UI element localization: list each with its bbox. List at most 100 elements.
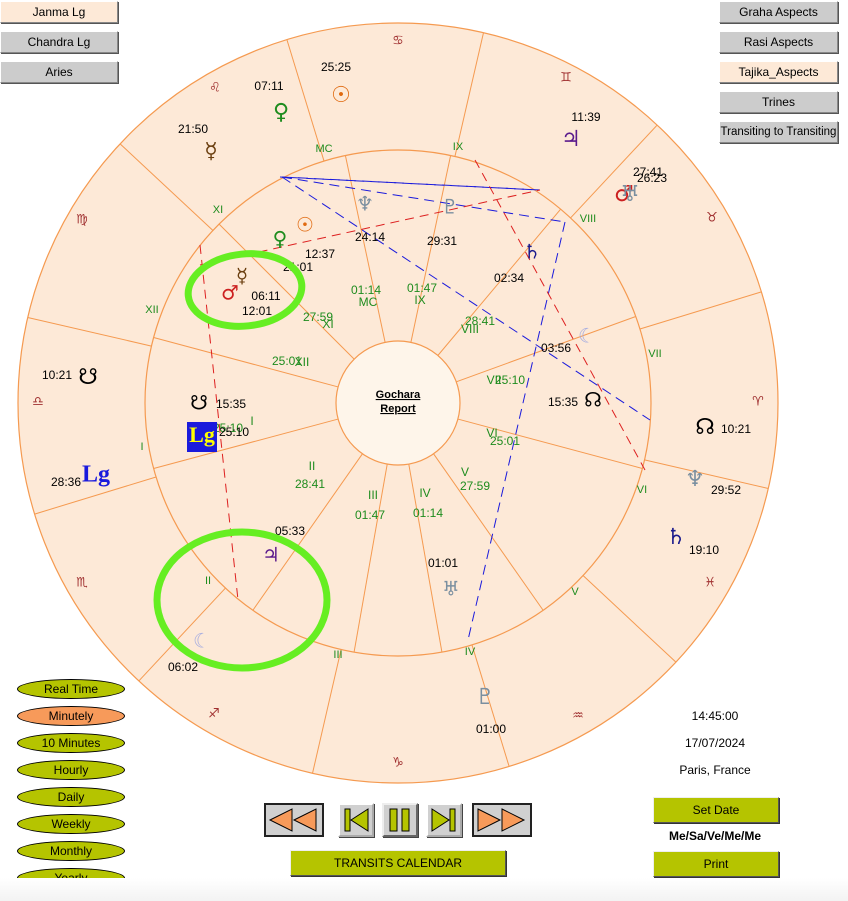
speed-hourly[interactable]: Hourly [17, 760, 125, 780]
transit-lagna-icon: Lg [82, 462, 110, 488]
natal-pluto-icon: ♇ [441, 195, 459, 219]
outer-house-label: III [333, 649, 342, 661]
house-number-label: MC [359, 295, 378, 309]
transit-saturn-icon: ♄ [666, 525, 686, 550]
house-number-label: XII [295, 355, 310, 369]
transit-mercury-degree: 21:50 [178, 122, 208, 136]
natal-mercury-degree: 06:11 [251, 289, 280, 303]
natal-moon-degree: 03:56 [541, 341, 571, 355]
speed-weekly[interactable]: Weekly [17, 814, 125, 834]
zodiac-aries-icon: ♈ [752, 395, 764, 410]
outer-house-label: VIII [580, 213, 597, 225]
outer-house-label: VI [637, 484, 647, 496]
zodiac-capricorn-icon: ♑ [392, 756, 404, 771]
house-cusp-degree: 28:41 [295, 477, 325, 491]
natal-rahu-icon: ☊ [584, 388, 602, 412]
house-number-label: IX [414, 293, 425, 307]
step-forward-button[interactable] [426, 803, 462, 837]
outer-house-label: XI [213, 204, 223, 216]
outer-house-label: VII [648, 348, 661, 360]
signature-text: Me/Sa/Ve/Me/Me [668, 829, 762, 843]
house-cusp-degree: 01:47 [355, 508, 385, 522]
outer-house-label: II [205, 575, 211, 587]
transit-mercury-icon: ☿ [204, 139, 218, 164]
print-button[interactable]: Print [653, 851, 779, 877]
gochara-report-link[interactable]: Report [380, 403, 416, 415]
speed-monthly[interactable]: Monthly [17, 841, 125, 861]
zodiac-aquarius-icon: ♒ [572, 709, 584, 724]
step-backward-button[interactable] [338, 803, 374, 837]
fast-forward-icon [477, 808, 526, 832]
transit-rahu-icon: ☊ [695, 415, 715, 440]
transit-uranus-degree: 26:23 [637, 171, 667, 185]
time-display: 14:45:00 [691, 709, 739, 723]
transit-sun-degree: 25:25 [321, 60, 351, 74]
fast-forward-button[interactable] [472, 803, 532, 837]
step-forward-icon [431, 808, 456, 832]
natal-mars-degree: 12:01 [242, 304, 272, 318]
natal-saturn-icon: ♄ [523, 240, 541, 264]
transit-pluto-icon: ♇ [475, 685, 495, 710]
natal-venus-icon: ♀ [273, 227, 288, 251]
transit-jupiter-icon: ♃ [561, 127, 581, 152]
zodiac-libra-icon: ♎ [32, 395, 44, 410]
transit-sun-icon: ☉ [331, 83, 351, 108]
natal-moon-transit-degree: 06:02 [168, 660, 198, 674]
natal-ketu-degree: 15:35 [216, 397, 246, 411]
zodiac-scorpio-icon: ♏ [76, 576, 88, 591]
transit-saturn-degree: 19:10 [689, 543, 719, 557]
natal-mars-icon: ♂ [221, 281, 239, 305]
house-number-label: III [368, 488, 378, 502]
pause-button[interactable] [382, 803, 418, 837]
speed-minutely[interactable]: Minutely [17, 706, 125, 726]
transits-calendar-button[interactable]: TRANSITS CALENDAR [290, 850, 506, 876]
pause-icon [389, 808, 410, 832]
natal-sun-degree: 12:37 [305, 247, 335, 261]
fast-backward-button[interactable] [264, 803, 324, 837]
transit-uranus-icon: ♅ [620, 182, 640, 207]
set-date-button[interactable]: Set Date [653, 797, 779, 823]
natal-moon-transit-icon: ☾ [193, 629, 211, 653]
transit-rahu-degree: 10:21 [721, 422, 751, 436]
natal-neptune-icon: ♆ [356, 192, 374, 216]
speed-real-time[interactable]: Real Time [17, 679, 125, 699]
house-number-label: VI [486, 426, 497, 440]
zodiac-cancer-icon: ♋ [392, 34, 404, 49]
natal-rahu-degree: 15:35 [548, 395, 578, 409]
zodiac-gemini-icon: ♊ [560, 71, 572, 86]
transit-ketu-degree: 10:21 [42, 368, 72, 382]
house-number-label: XI [322, 317, 333, 331]
house-cusp-degree: 01:14 [413, 506, 443, 520]
natal-neptune-degree: 24:14 [355, 230, 385, 244]
outer-house-label: XII [145, 304, 158, 316]
house-cusp-degree: 27:59 [460, 479, 490, 493]
zodiac-taurus-icon: ♉ [706, 211, 718, 226]
transit-lagna-degree: 28:36 [51, 475, 81, 489]
speed-10-minutes[interactable]: 10 Minutes [17, 733, 125, 753]
transit-venus-icon: ♀ [273, 100, 289, 125]
gochara-report-link[interactable]: Gochara [376, 389, 422, 401]
zodiac-sagittarius-icon: ♐ [208, 707, 220, 722]
outer-house-label: IX [453, 141, 464, 153]
zodiac-pisces-icon: ♓ [704, 576, 716, 591]
place-display: Paris, France [679, 763, 751, 777]
transit-pluto-degree: 01:00 [476, 722, 506, 736]
transit-ketu-icon: ☋ [78, 365, 98, 390]
transit-neptune-icon: ♆ [685, 467, 705, 492]
house-number-label: II [309, 459, 316, 473]
status-strip [0, 878, 848, 901]
transit-jupiter-degree: 11:39 [571, 110, 600, 124]
natal-moon-icon: ☾ [578, 324, 596, 348]
transit-venus-degree: 07:11 [254, 79, 283, 93]
natal-uranus-degree: 01:01 [428, 556, 458, 570]
house-number-label: VIII [461, 322, 479, 336]
natal-pluto-degree: 29:31 [427, 234, 457, 248]
transit-neptune-degree: 29:52 [711, 483, 741, 497]
natal-ketu-icon: ☋ [190, 391, 208, 415]
outer-house-label: V [571, 586, 579, 598]
house-number-label: I [250, 414, 253, 428]
date-display: 17/07/2024 [684, 736, 746, 750]
speed-daily[interactable]: Daily [17, 787, 125, 807]
house-number-label: V [461, 465, 469, 479]
natal-sun-icon: ☉ [296, 213, 314, 237]
